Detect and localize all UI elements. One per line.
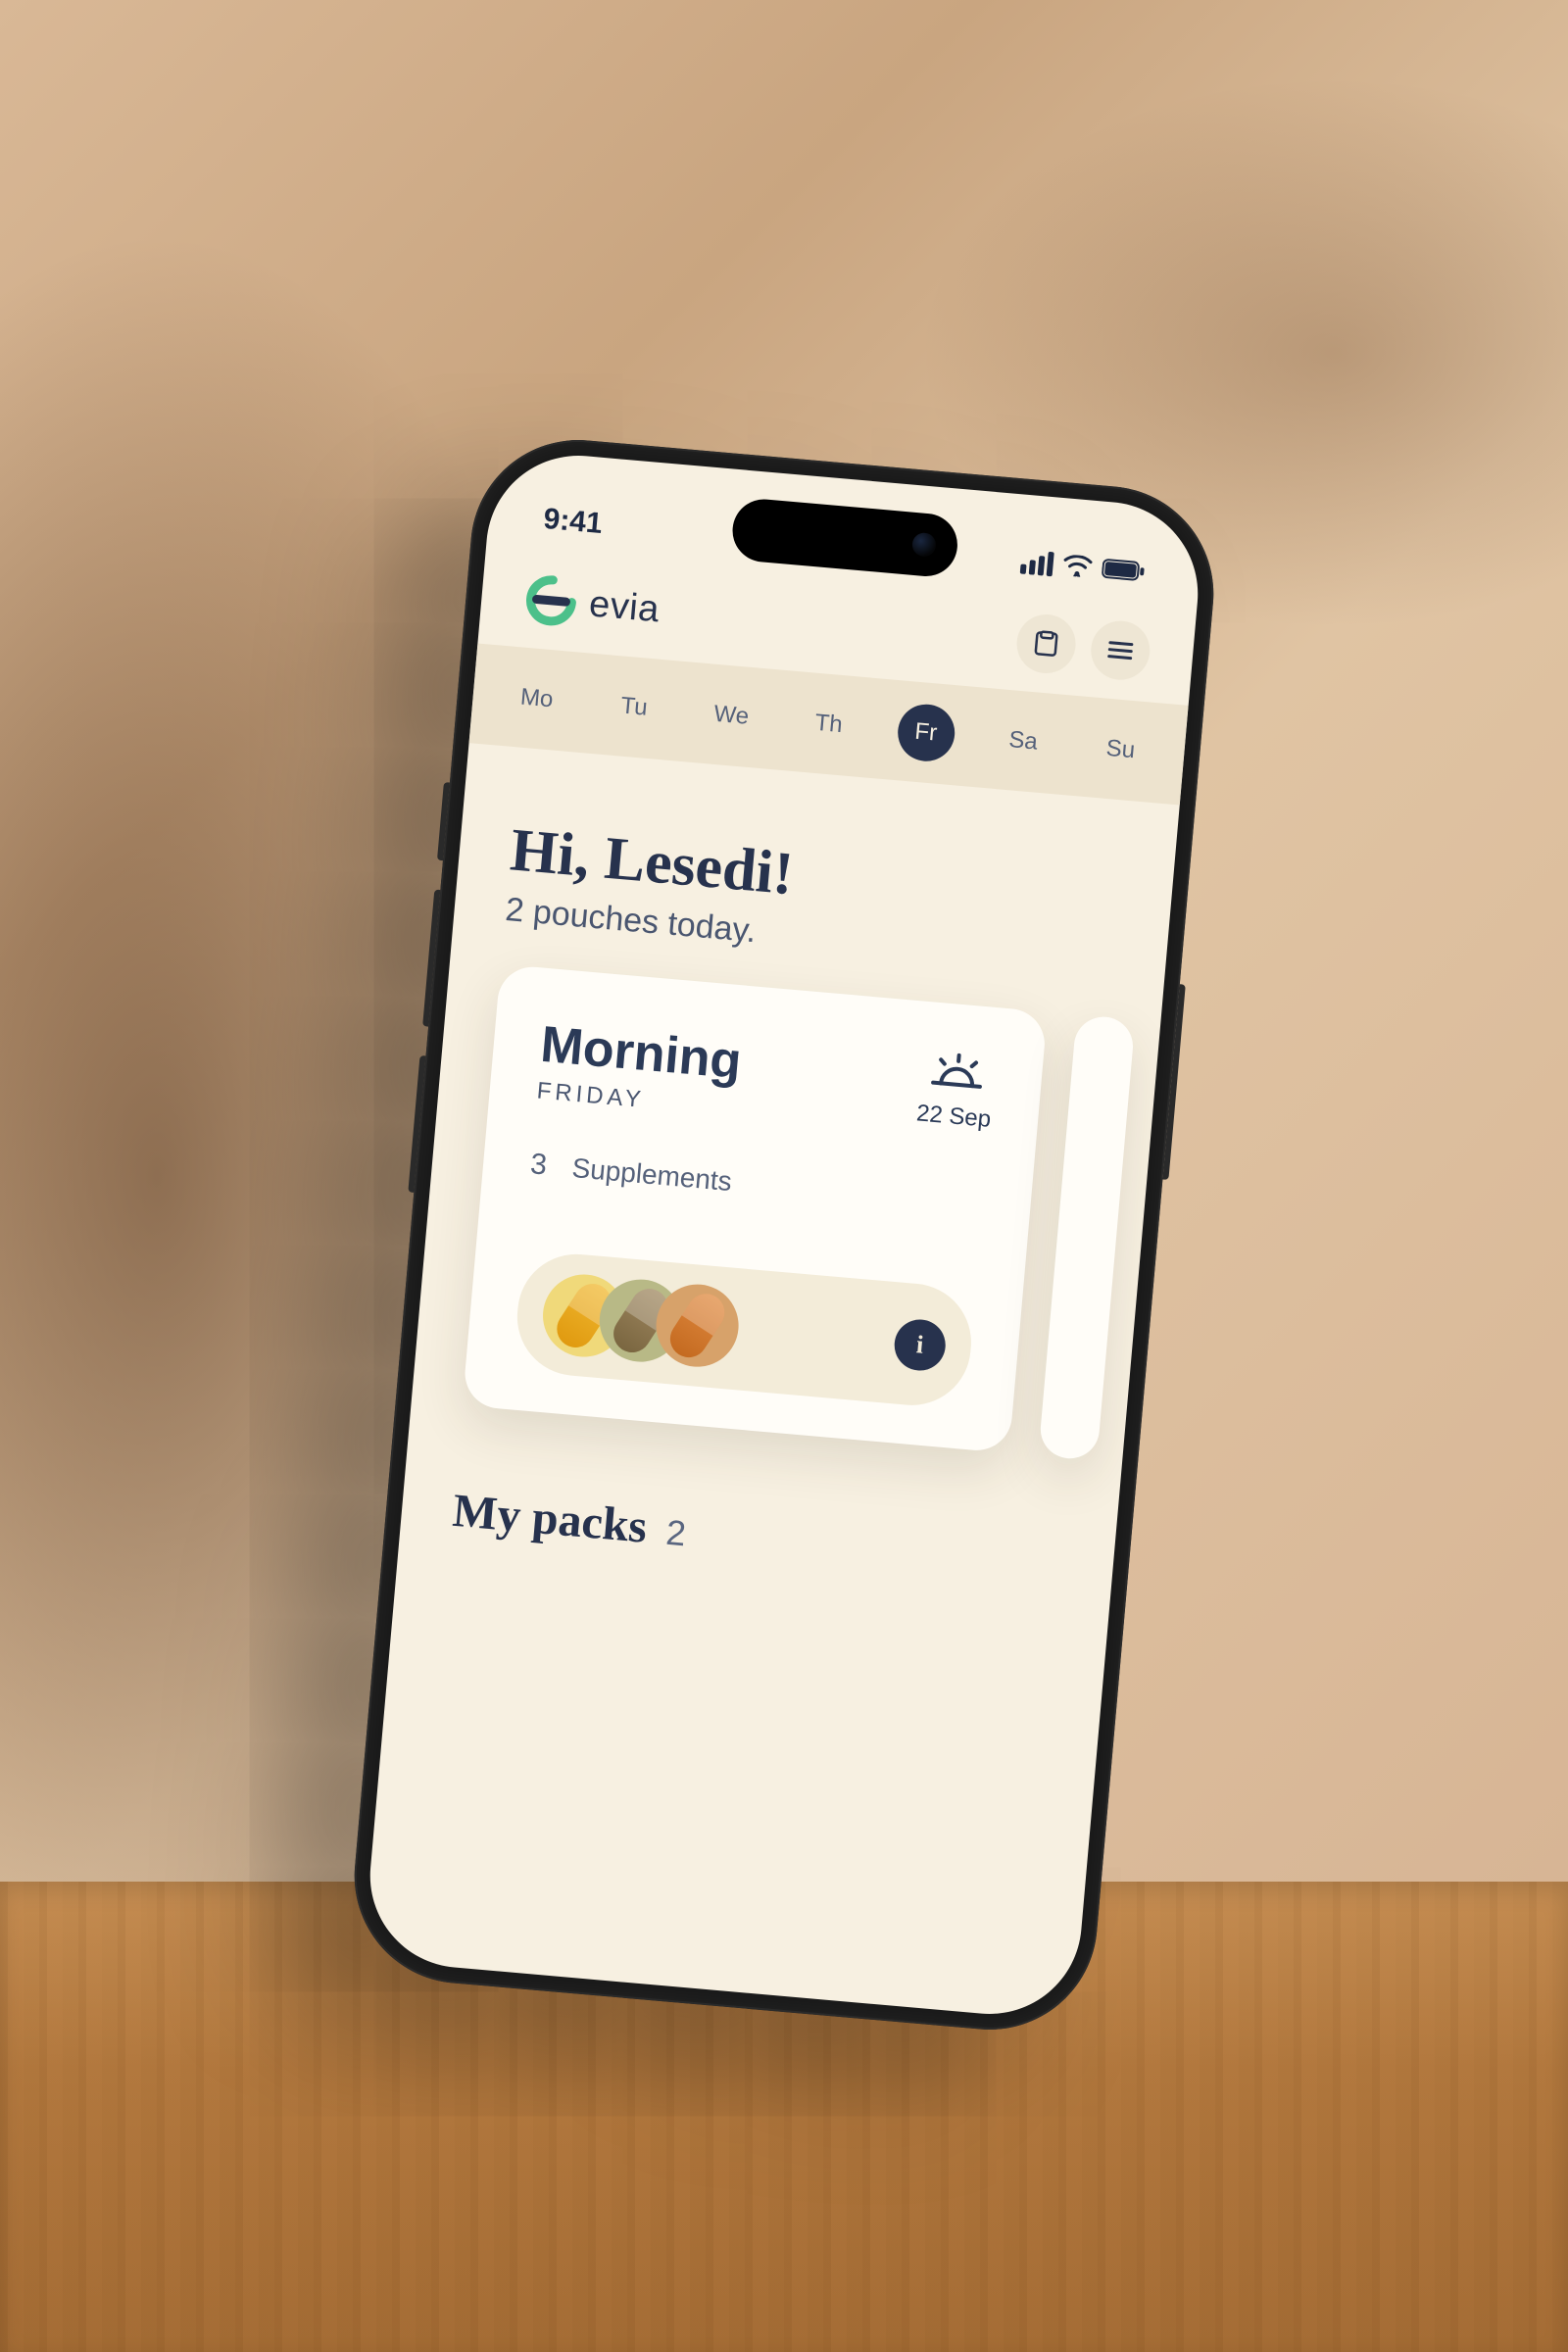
info-button[interactable]: i xyxy=(893,1317,948,1372)
day-mo[interactable]: Mo xyxy=(506,668,567,730)
day-we[interactable]: We xyxy=(701,685,762,747)
day-sa[interactable]: Sa xyxy=(993,710,1054,772)
pouch-date: 22 Sep xyxy=(915,1100,992,1134)
day-tu[interactable]: Tu xyxy=(604,676,665,738)
signal-icon xyxy=(1020,549,1054,576)
wifi-icon xyxy=(1062,554,1094,578)
day-fr[interactable]: Fr xyxy=(895,702,956,763)
supplement-count: 3 xyxy=(529,1148,549,1182)
status-time: 9:41 xyxy=(542,503,604,541)
brand[interactable]: evia xyxy=(522,572,662,637)
menu-icon xyxy=(1106,640,1134,662)
logo-icon xyxy=(522,572,580,630)
pouch-card-next[interactable] xyxy=(1038,1014,1135,1461)
battery-icon xyxy=(1102,558,1147,583)
supplement-label: Supplements xyxy=(570,1152,733,1198)
screen: 9:41 xyxy=(363,448,1205,2022)
pouch-card[interactable]: Morning FRIDAY 22 Sep xyxy=(463,964,1048,1453)
brand-name: evia xyxy=(587,583,661,631)
my-packs-count: 2 xyxy=(664,1512,688,1555)
phone-frame: 9:41 xyxy=(346,431,1223,2038)
pill-tray: i xyxy=(513,1250,976,1410)
day-su[interactable]: Su xyxy=(1090,719,1152,781)
sunrise-icon xyxy=(926,1049,988,1095)
archive-icon xyxy=(1031,629,1060,659)
archive-button[interactable] xyxy=(1014,612,1078,676)
my-packs-title: My packs xyxy=(451,1484,650,1554)
menu-button[interactable] xyxy=(1089,618,1152,682)
day-th[interactable]: Th xyxy=(798,694,859,756)
